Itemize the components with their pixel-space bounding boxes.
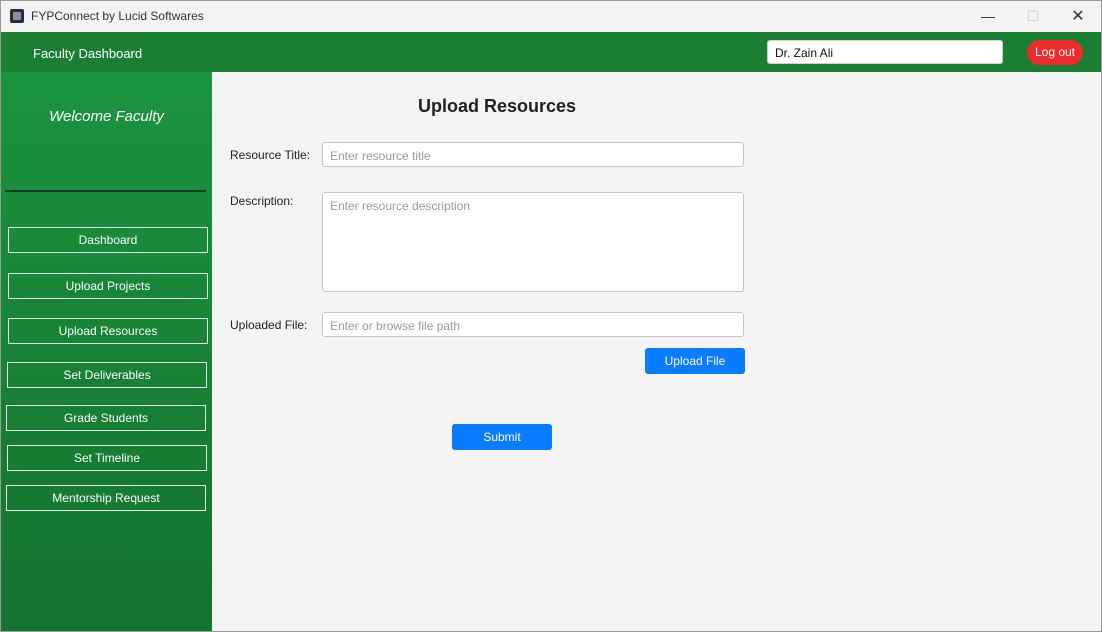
description-textarea[interactable]: Enter resource description <box>322 192 744 292</box>
sidebar-item-upload-projects[interactable]: Upload Projects <box>8 273 208 299</box>
close-button[interactable]: ✕ <box>1055 1 1101 32</box>
resource-title-input[interactable]: Enter resource title <box>322 142 744 167</box>
app-window: FYPConnect by Lucid Softwares — ☐ ✕ Facu… <box>0 0 1102 632</box>
window-title: FYPConnect by Lucid Softwares <box>31 9 204 23</box>
sidebar-item-upload-resources[interactable]: Upload Resources <box>8 318 208 344</box>
dashboard-title: Faculty Dashboard <box>33 46 143 61</box>
sidebar-item-set-timeline[interactable]: Set Timeline <box>7 445 207 471</box>
logout-button[interactable]: Log out <box>1027 40 1083 65</box>
resource-title-label: Resource Title: <box>230 148 311 162</box>
user-name-field[interactable]: Dr. Zain Ali <box>767 40 1003 64</box>
submit-button[interactable]: Submit <box>452 424 552 450</box>
sidebar-item-grade-students[interactable]: Grade Students <box>6 405 206 431</box>
sidebar: Welcome Faculty Dashboard Upload Project… <box>1 72 212 631</box>
header-bar: Faculty Dashboard Dr. Zain Ali Log out <box>1 32 1101 72</box>
page-title: Upload Resources <box>417 96 577 116</box>
upload-file-button[interactable]: Upload File <box>645 348 745 374</box>
main-content: Upload Resources Resource Title: Enter r… <box>212 72 1101 631</box>
sidebar-item-set-deliverables[interactable]: Set Deliverables <box>7 362 207 388</box>
sidebar-item-mentorship-request[interactable]: Mentorship Request <box>6 485 206 511</box>
sidebar-item-dashboard[interactable]: Dashboard <box>8 227 208 253</box>
app-logo-icon <box>10 9 24 23</box>
maximize-button[interactable]: ☐ <box>1010 1 1056 32</box>
description-label: Description: <box>230 194 294 208</box>
minimize-button[interactable]: — <box>965 1 1011 32</box>
uploaded-file-label: Uploaded File: <box>230 318 308 332</box>
welcome-text: Welcome Faculty <box>49 108 164 125</box>
sidebar-divider <box>5 190 206 192</box>
file-path-input[interactable]: Enter or browse file path <box>322 312 744 337</box>
title-bar: FYPConnect by Lucid Softwares — ☐ ✕ <box>1 1 1101 32</box>
